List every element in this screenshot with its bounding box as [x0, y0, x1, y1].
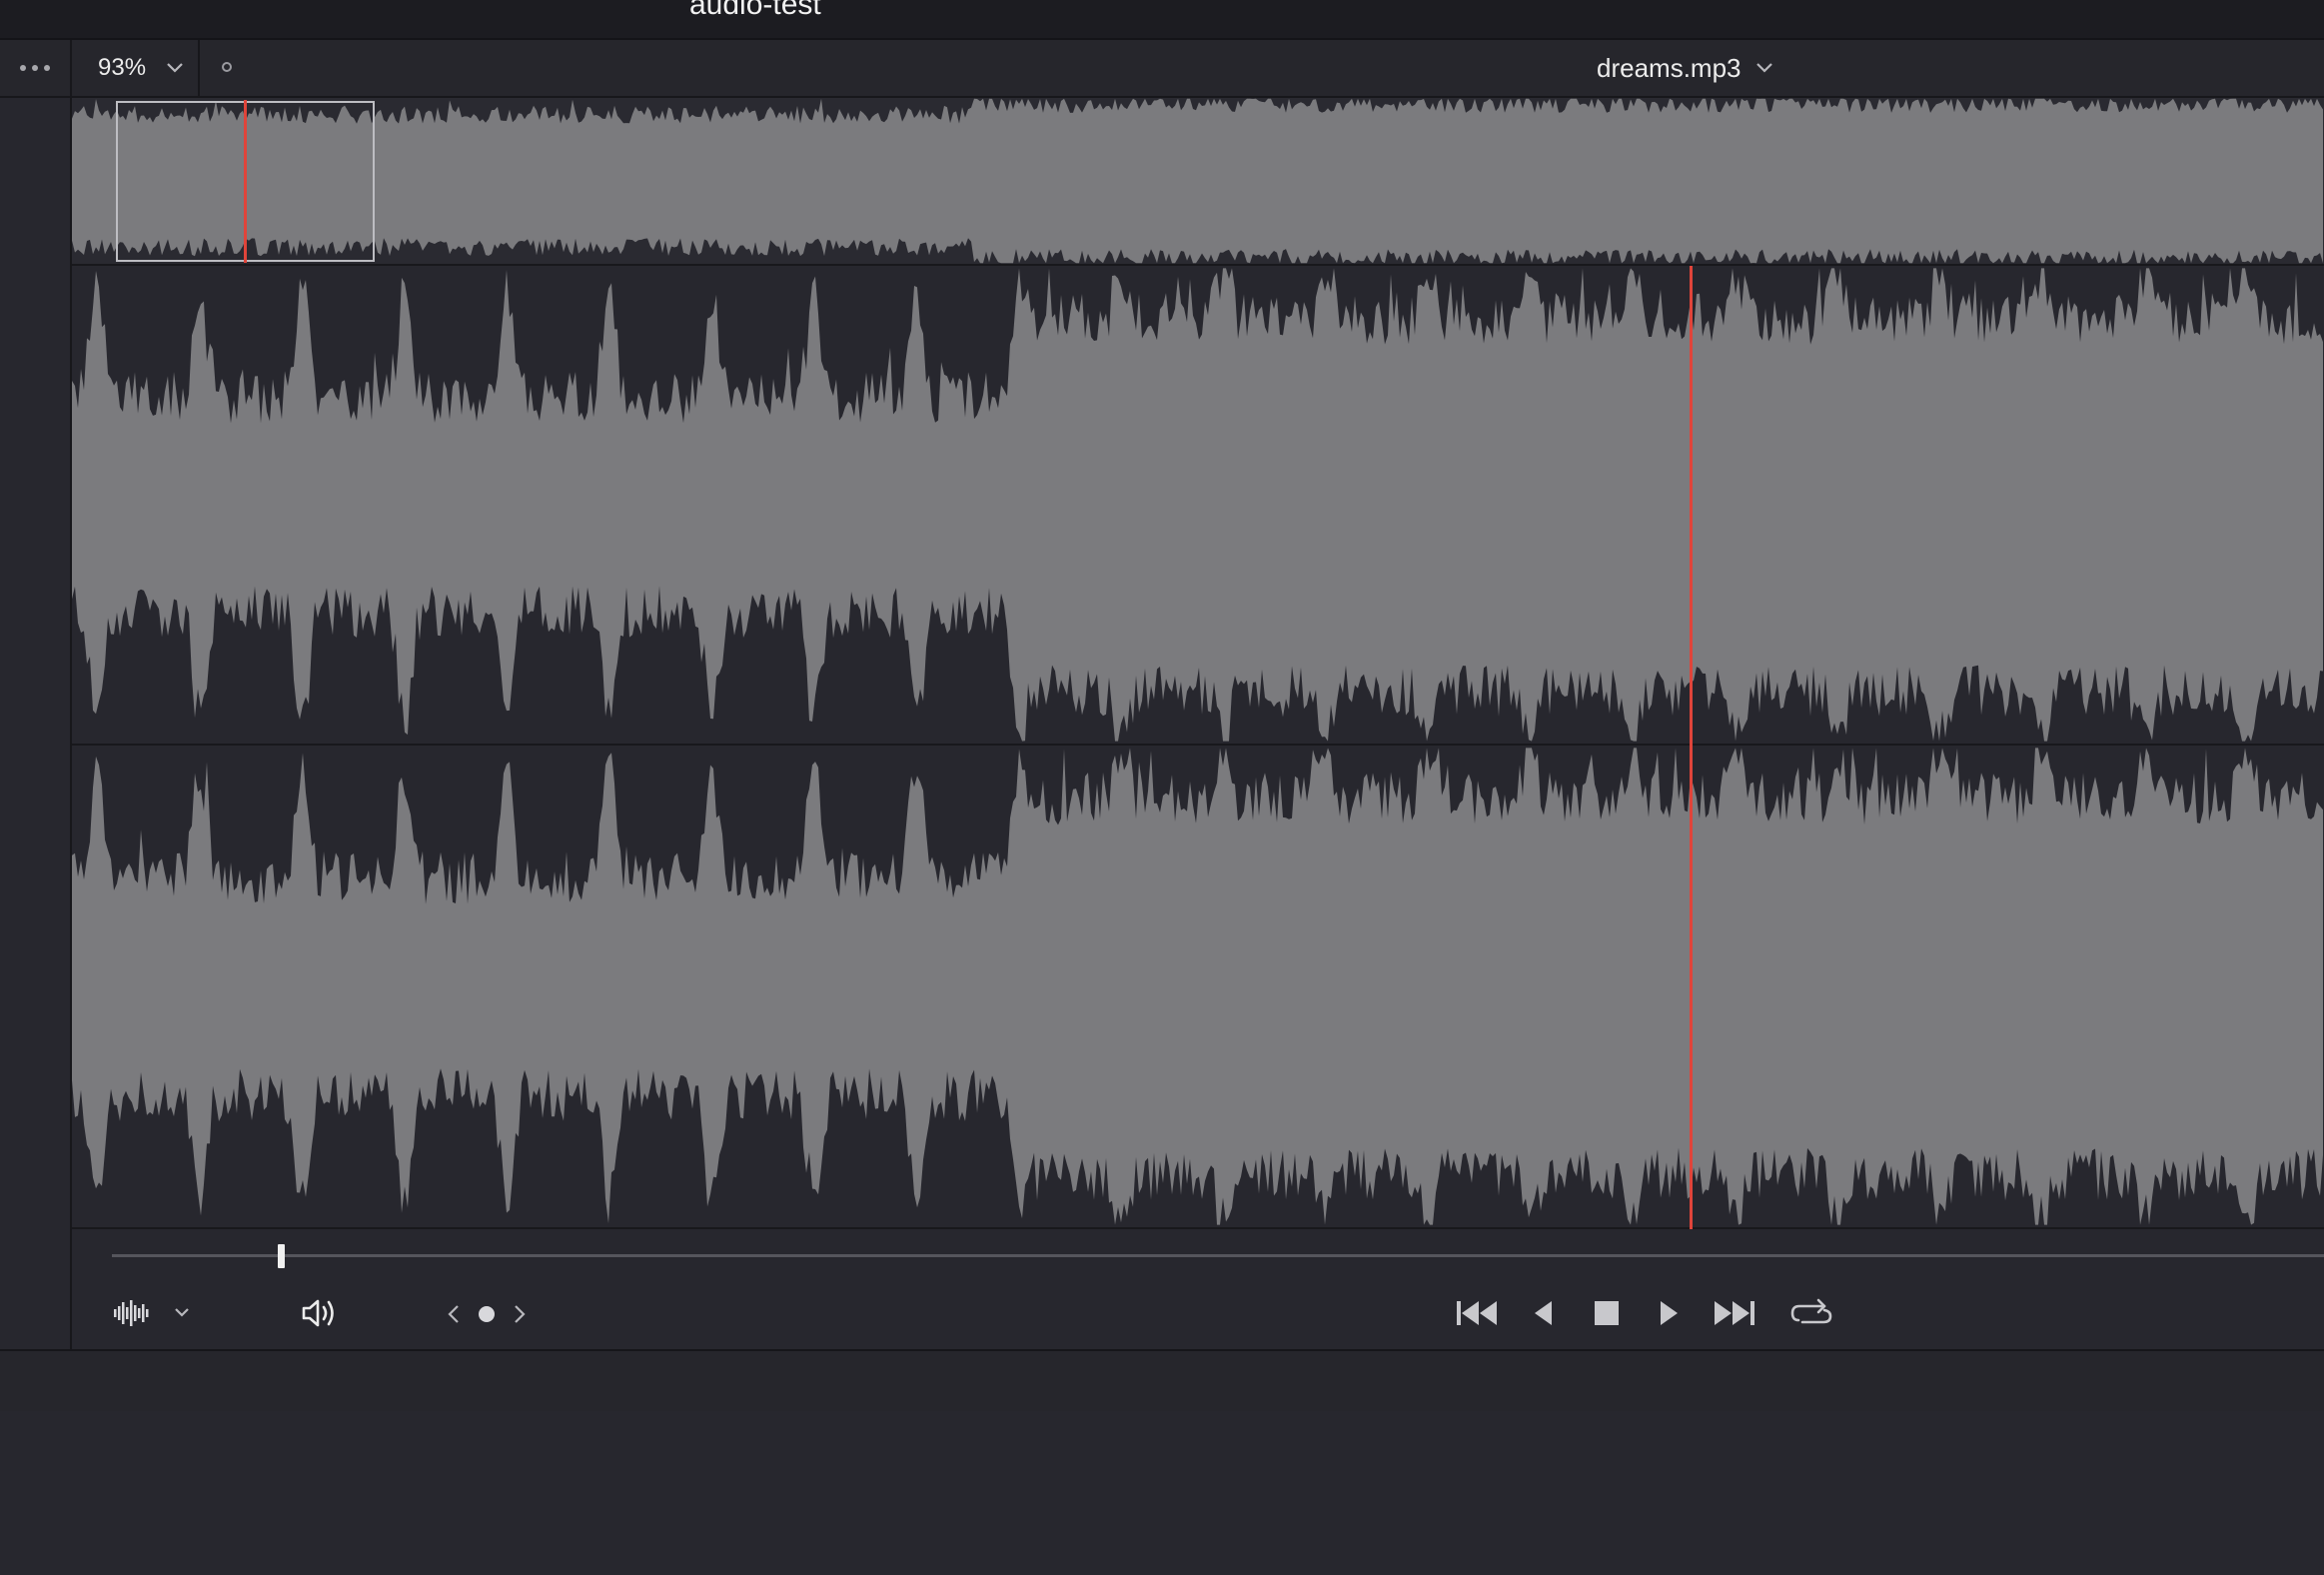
- previous-marker-button[interactable]: [440, 1297, 468, 1331]
- skip-to-end-icon: [1715, 1301, 1754, 1325]
- scrub-handle[interactable]: [278, 1244, 285, 1268]
- waveform-channel-right[interactable]: [72, 746, 2324, 1229]
- more-horizontal-icon-dot: [44, 65, 50, 71]
- channel-right-waveform: [72, 748, 2323, 1225]
- waveform-shape: [72, 98, 2323, 264]
- bottom-panel: [0, 1411, 2324, 1575]
- more-options-button[interactable]: [0, 40, 72, 96]
- left-gutter: [0, 98, 72, 1349]
- stop-icon: [1595, 1301, 1619, 1325]
- playhead[interactable]: [1690, 266, 1693, 1229]
- toolbar: [0, 40, 2324, 98]
- marker-toggle-icon[interactable]: [222, 62, 232, 72]
- play-icon: [1661, 1301, 1678, 1325]
- step-back-icon: [1535, 1301, 1552, 1325]
- skip-to-end-button[interactable]: [1711, 1293, 1758, 1333]
- project-title: audio-test: [689, 0, 821, 21]
- add-marker-button[interactable]: [477, 1304, 497, 1324]
- title-bar: [0, 0, 2324, 40]
- waveform-overview[interactable]: [72, 98, 2324, 266]
- zoom-select[interactable]: 93%: [72, 40, 200, 96]
- file-select[interactable]: dreams.mp3: [1597, 40, 1773, 96]
- waveform-mode-button[interactable]: [112, 1293, 196, 1333]
- more-horizontal-icon-dot: [32, 65, 38, 71]
- waveform-shape: [72, 268, 2323, 742]
- next-marker-button[interactable]: [506, 1297, 534, 1331]
- chevron-left-icon: [448, 1305, 459, 1323]
- waveform-channel-left[interactable]: [72, 266, 2324, 746]
- stop-button[interactable]: [1587, 1293, 1627, 1333]
- channel-left-waveform: [72, 268, 2323, 742]
- marker-dot-icon: [479, 1306, 495, 1322]
- loop-button[interactable]: [1786, 1291, 1836, 1335]
- volume-button[interactable]: [296, 1291, 344, 1335]
- waveform-shape: [72, 748, 2323, 1225]
- skip-to-start-icon: [1457, 1301, 1497, 1325]
- speaker-icon: [302, 1299, 334, 1327]
- skip-to-start-button[interactable]: [1453, 1293, 1501, 1333]
- step-back-button[interactable]: [1525, 1293, 1563, 1333]
- waveform-icon: [114, 1300, 189, 1326]
- chevron-down-icon: [1755, 63, 1772, 73]
- more-horizontal-icon: [20, 65, 26, 71]
- file-name: dreams.mp3: [1597, 52, 1742, 83]
- overview-waveform: [72, 98, 2323, 264]
- zoom-value: 93%: [98, 54, 147, 81]
- status-strip: [0, 1349, 2324, 1413]
- chevron-down-icon: [167, 63, 183, 73]
- play-button[interactable]: [1651, 1293, 1687, 1333]
- overview-playhead: [244, 100, 247, 263]
- chevron-right-icon: [515, 1305, 526, 1323]
- scrub-bar[interactable]: [112, 1254, 2324, 1257]
- loop-icon: [1790, 1298, 1832, 1324]
